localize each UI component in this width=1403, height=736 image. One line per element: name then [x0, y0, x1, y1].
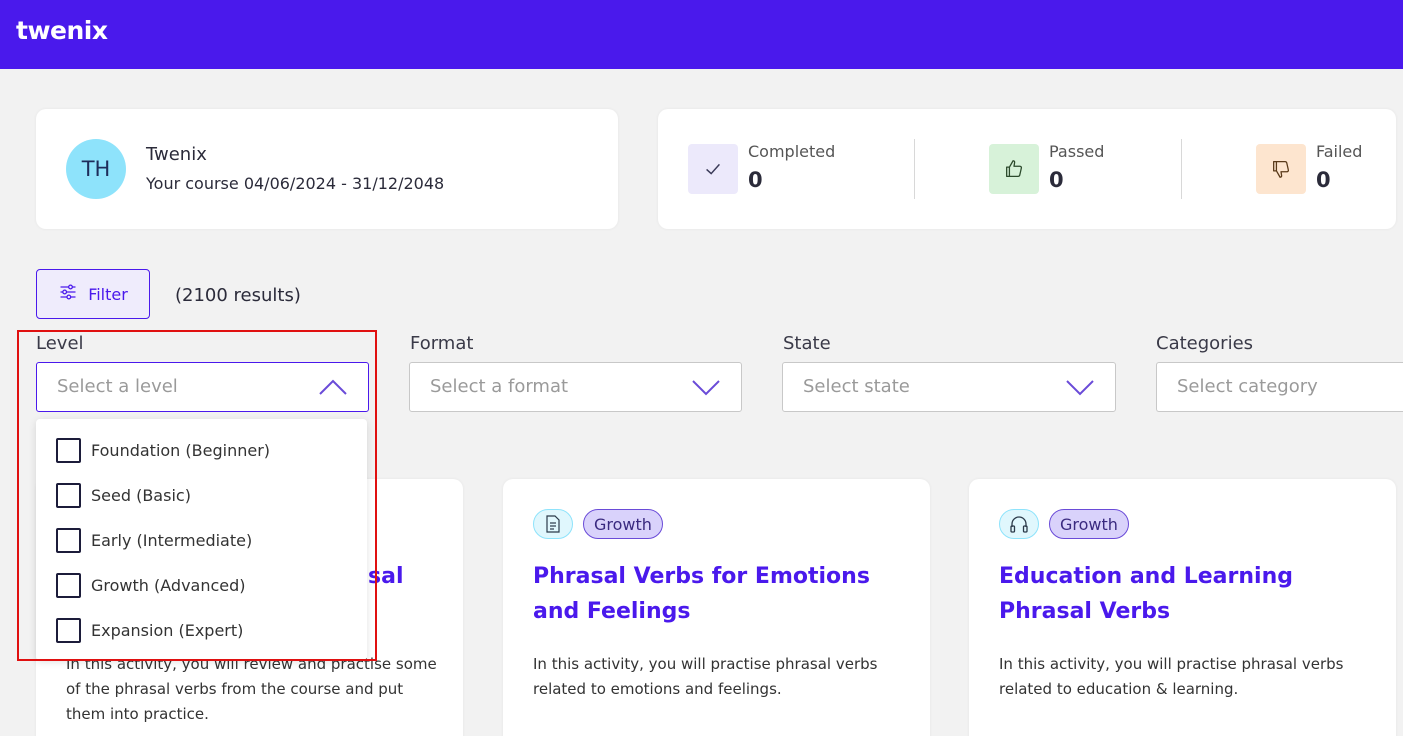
- avatar: TH: [66, 139, 126, 199]
- activity-title[interactable]: Education and Learning Phrasal Verbs: [999, 559, 1379, 629]
- state-label: State: [783, 333, 831, 354]
- results-count: (2100 results): [175, 285, 301, 306]
- level-select[interactable]: Select a level: [36, 362, 369, 412]
- level-option[interactable]: Expansion (Expert): [56, 617, 243, 643]
- state-placeholder: Select state: [803, 376, 910, 397]
- passed-label: Passed: [1049, 142, 1105, 161]
- headphones-icon: [999, 509, 1039, 539]
- level-option-label: Foundation (Beginner): [91, 440, 271, 460]
- activity-card[interactable]: Growth Education and Learning Phrasal Ve…: [969, 479, 1396, 736]
- level-label: Level: [36, 333, 84, 354]
- completed-label: Completed: [748, 142, 836, 161]
- failed-label: Failed: [1316, 142, 1363, 161]
- check-icon: [688, 144, 738, 194]
- level-option[interactable]: Early (Intermediate): [56, 527, 252, 553]
- completed-value: 0: [748, 168, 763, 192]
- level-option[interactable]: Foundation (Beginner): [56, 437, 270, 463]
- activity-description: In this activity, you will practise phra…: [533, 655, 878, 698]
- level-tag: Growth: [1049, 509, 1129, 539]
- activity-card[interactable]: Growth Phrasal Verbs for Emotions and Fe…: [503, 479, 930, 736]
- checkbox[interactable]: [56, 437, 81, 463]
- level-option-label: Early (Intermediate): [91, 530, 253, 550]
- state-select[interactable]: Select state: [782, 362, 1116, 412]
- categories-placeholder: Select category: [1177, 376, 1318, 397]
- profile-name: Twenix: [146, 144, 207, 165]
- course-dates: Your course 04/06/2024 - 31/12/2048: [146, 174, 445, 193]
- checkbox[interactable]: [56, 572, 81, 598]
- checkbox[interactable]: [56, 527, 81, 553]
- filter-button[interactable]: Filter: [36, 269, 150, 319]
- level-placeholder: Select a level: [57, 376, 178, 397]
- categories-select[interactable]: Select category: [1156, 362, 1403, 412]
- logo[interactable]: twenix: [16, 16, 108, 45]
- passed-value: 0: [1049, 168, 1064, 192]
- level-option[interactable]: Seed (Basic): [56, 482, 191, 508]
- activity-title[interactable]: sal: [368, 559, 428, 594]
- chevron-up-icon: [318, 378, 348, 400]
- profile-card: TH Twenix Your course 04/06/2024 - 31/12…: [36, 109, 618, 229]
- checkbox[interactable]: [56, 482, 81, 508]
- activity-title[interactable]: Phrasal Verbs for Emotions and Feelings: [533, 559, 913, 629]
- divider: [914, 139, 915, 199]
- chevron-down-icon: [1065, 378, 1095, 400]
- level-option-label: Seed (Basic): [91, 485, 191, 505]
- activity-description: In this activity, you will practise phra…: [999, 655, 1344, 698]
- level-dropdown-menu: Foundation (Beginner) Seed (Basic) Early…: [36, 419, 367, 660]
- document-icon: [533, 509, 573, 539]
- thumbs-up-icon: [989, 144, 1039, 194]
- checkbox[interactable]: [56, 617, 81, 643]
- top-bar: twenix: [0, 0, 1403, 69]
- divider: [1181, 139, 1182, 199]
- sliders-icon: [58, 282, 78, 306]
- format-select[interactable]: Select a format: [409, 362, 742, 412]
- categories-label: Categories: [1156, 333, 1254, 354]
- stats-card: Completed 0 Passed 0 Failed 0: [658, 109, 1396, 229]
- format-label: Format: [410, 333, 474, 354]
- format-placeholder: Select a format: [430, 376, 569, 397]
- level-option[interactable]: Growth (Advanced): [56, 572, 246, 598]
- activity-description: In this activity, you will review and pr…: [66, 655, 437, 723]
- thumbs-down-icon: [1256, 144, 1306, 194]
- filter-label: Filter: [88, 284, 128, 304]
- failed-value: 0: [1316, 168, 1331, 192]
- level-option-label: Growth (Advanced): [91, 575, 246, 595]
- level-option-label: Expansion (Expert): [91, 620, 244, 640]
- chevron-down-icon: [691, 378, 721, 400]
- level-tag: Growth: [583, 509, 663, 539]
